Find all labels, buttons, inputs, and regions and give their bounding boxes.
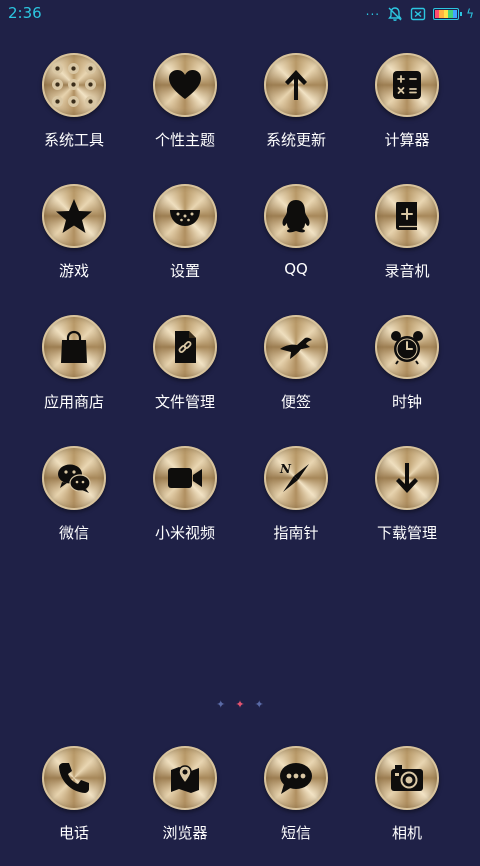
app-label: 浏览器	[162, 824, 208, 842]
app-mi-video[interactable]: 小米视频	[130, 446, 240, 566]
app-label: 便签	[280, 393, 311, 411]
folder-icon	[42, 53, 106, 117]
app-label: 小米视频	[154, 524, 215, 542]
app-file-manager[interactable]: 文件管理	[130, 315, 240, 435]
dock-app-camera[interactable]: 相机	[352, 746, 462, 866]
app-recorder[interactable]: 录音机	[352, 184, 462, 304]
app-label: 系统更新	[265, 131, 326, 149]
app-system-update[interactable]: 系统更新	[241, 53, 351, 173]
svg-text:N: N	[279, 462, 292, 476]
sim-off-icon	[410, 7, 426, 21]
charging-icon: ϟ	[466, 7, 474, 21]
status-icons: ... ϟ	[365, 4, 474, 23]
penguin-icon	[264, 184, 328, 248]
page-indicator: ✦ ✦ ✦	[0, 698, 480, 711]
app-clock[interactable]: 时钟	[352, 315, 462, 435]
alarm-clock-icon	[375, 315, 439, 379]
overflow-dots-icon: ...	[365, 4, 381, 18]
app-label: 相机	[391, 824, 422, 842]
app-label: 文件管理	[154, 393, 215, 411]
app-download-manager[interactable]: 下载管理	[352, 446, 462, 566]
app-label: 游戏	[58, 262, 89, 280]
arrow-up-icon	[264, 53, 328, 117]
status-bar: 2:36 ... ϟ	[0, 0, 480, 28]
app-label: 系统工具	[43, 131, 104, 149]
shopping-bag-icon	[42, 315, 106, 379]
page-dot[interactable]: ✦	[255, 698, 264, 711]
dock-app-messages[interactable]: 短信	[241, 746, 351, 866]
app-label: 微信	[58, 524, 89, 542]
message-bubble-icon	[264, 746, 328, 810]
compass-icon: N	[264, 446, 328, 510]
app-themes[interactable]: 个性主题	[130, 53, 240, 173]
app-label: QQ	[284, 260, 308, 278]
video-camera-icon	[153, 446, 217, 510]
watermelon-icon	[153, 184, 217, 248]
app-label: 下载管理	[376, 524, 437, 542]
calculator-icon	[375, 53, 439, 117]
status-time: 2:36	[8, 4, 42, 22]
app-system-tools-folder[interactable]: 系统工具	[19, 53, 129, 173]
app-games[interactable]: 游戏	[19, 184, 129, 304]
camera-icon	[375, 746, 439, 810]
bird-icon	[264, 315, 328, 379]
app-compass[interactable]: N 指南针	[241, 446, 351, 566]
chat-bubbles-icon	[42, 446, 106, 510]
phone-icon	[42, 746, 106, 810]
map-pin-icon	[153, 746, 217, 810]
page-dot-active[interactable]: ✦	[235, 698, 244, 711]
app-label: 电话	[58, 824, 89, 842]
app-settings[interactable]: 设置	[130, 184, 240, 304]
arrow-down-icon	[375, 446, 439, 510]
app-calculator[interactable]: 计算器	[352, 53, 462, 173]
app-store[interactable]: 应用商店	[19, 315, 129, 435]
battery-icon	[433, 8, 463, 20]
app-wechat[interactable]: 微信	[19, 446, 129, 566]
file-link-icon	[153, 315, 217, 379]
dock-app-browser[interactable]: 浏览器	[130, 746, 240, 866]
notifications-muted-icon	[388, 7, 402, 21]
app-label: 录音机	[384, 262, 430, 280]
app-label: 时钟	[391, 393, 422, 411]
app-label: 个性主题	[154, 131, 215, 149]
app-label: 设置	[169, 262, 200, 280]
app-label: 应用商店	[43, 393, 104, 411]
app-label: 短信	[280, 824, 311, 842]
book-plus-icon	[375, 184, 439, 248]
app-qq[interactable]: QQ	[241, 184, 351, 304]
app-notes[interactable]: 便签	[241, 315, 351, 435]
star-icon	[42, 184, 106, 248]
dock-app-phone[interactable]: 电话	[19, 746, 129, 866]
page-dot[interactable]: ✦	[216, 698, 225, 711]
app-label: 指南针	[273, 524, 319, 542]
heart-icon	[153, 53, 217, 117]
app-label: 计算器	[384, 131, 430, 149]
